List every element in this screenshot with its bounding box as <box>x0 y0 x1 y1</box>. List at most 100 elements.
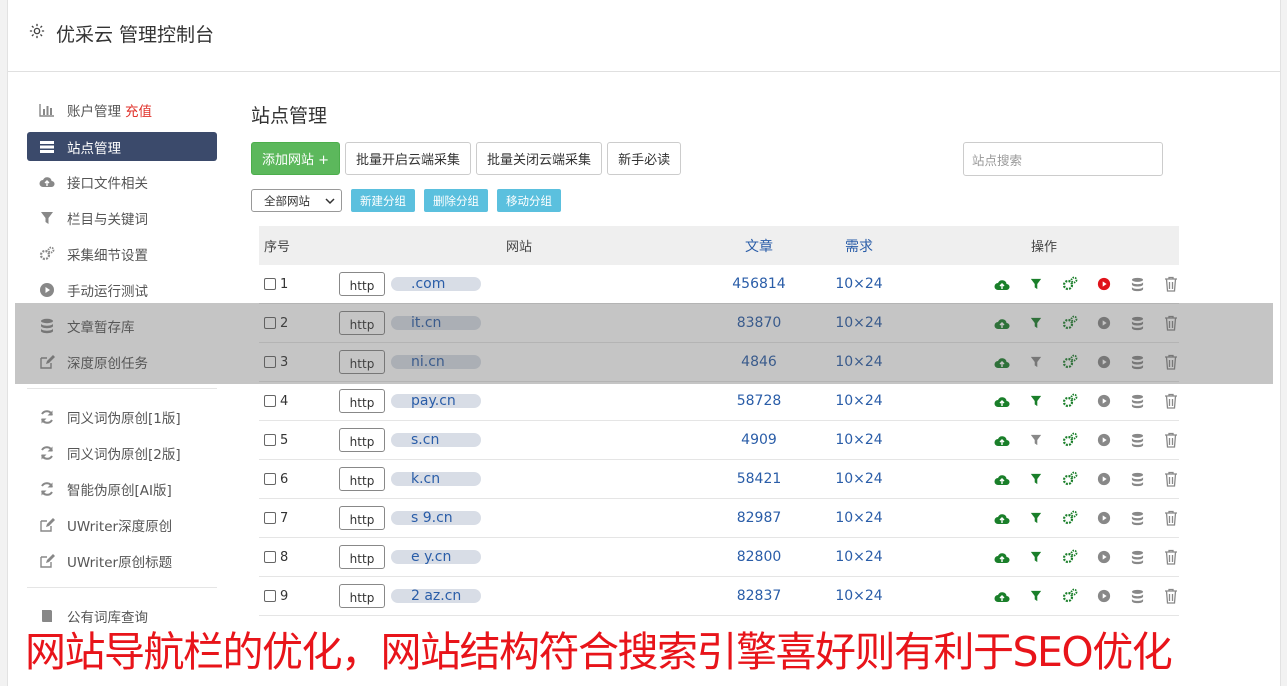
sidebar-item-a-3[interactable]: 栏目与关键词 <box>27 200 217 236</box>
row-checkbox[interactable] <box>264 473 276 485</box>
delete-group-button[interactable]: 删除分组 <box>424 189 488 212</box>
gears-icon[interactable] <box>1062 587 1078 605</box>
filter-icon[interactable] <box>1028 470 1044 488</box>
filter-icon[interactable] <box>1028 509 1044 527</box>
sidebar-item-b-3[interactable]: UWriter深度原创 <box>27 507 217 543</box>
trash-icon[interactable] <box>1163 431 1179 449</box>
sidebar-item-a-1[interactable]: 站点管理 <box>27 132 217 161</box>
trash-icon[interactable] <box>1163 548 1179 566</box>
play-circle-icon[interactable] <box>1096 548 1112 566</box>
filter-icon[interactable] <box>1028 314 1044 332</box>
site-link[interactable]: 2 az.cn <box>411 588 461 604</box>
site-link[interactable]: ni.cn <box>411 354 445 370</box>
play-circle-icon[interactable] <box>1096 353 1112 371</box>
site-link[interactable]: it.cn <box>411 315 441 331</box>
gears-icon[interactable] <box>1062 392 1078 410</box>
sidebar-item-a-0[interactable]: 账户管理 充值 <box>27 92 217 128</box>
article-count-link[interactable]: 58421 <box>709 471 809 487</box>
trash-icon[interactable] <box>1163 587 1179 605</box>
sidebar-item-b-4[interactable]: UWriter原创标题 <box>27 543 217 579</box>
trash-icon[interactable] <box>1163 314 1179 332</box>
play-circle-icon[interactable] <box>1096 275 1112 293</box>
site-link[interactable]: .com <box>411 276 445 292</box>
cloud-upload-icon[interactable] <box>994 548 1010 566</box>
play-circle-icon[interactable] <box>1096 470 1112 488</box>
gears-icon[interactable] <box>1062 314 1078 332</box>
article-count-link[interactable]: 82800 <box>709 549 809 565</box>
database-icon[interactable] <box>1130 314 1146 332</box>
site-search-input[interactable]: 站点搜索 <box>963 142 1163 176</box>
add-site-button[interactable]: 添加网站 + <box>251 142 341 175</box>
database-icon[interactable] <box>1130 353 1146 371</box>
gears-icon[interactable] <box>1062 275 1078 293</box>
database-icon[interactable] <box>1130 509 1146 527</box>
demand-link[interactable]: 10×24 <box>809 471 909 487</box>
demand-link[interactable]: 10×24 <box>809 276 909 292</box>
database-icon[interactable] <box>1130 431 1146 449</box>
batch-open-cloud-button[interactable]: 批量开启云端采集 <box>345 142 472 175</box>
article-count-link[interactable]: 82837 <box>709 588 809 604</box>
cloud-upload-icon[interactable] <box>994 431 1010 449</box>
sidebar-item-a-5[interactable]: 手动运行测试 <box>27 272 217 308</box>
row-checkbox[interactable] <box>264 278 276 290</box>
row-checkbox[interactable] <box>264 512 276 524</box>
row-checkbox[interactable] <box>264 434 276 446</box>
filter-icon[interactable] <box>1028 353 1044 371</box>
row-checkbox[interactable] <box>264 317 276 329</box>
filter-icon[interactable] <box>1028 392 1044 410</box>
sidebar-item-b-2[interactable]: 智能伪原创[AI版] <box>27 471 217 507</box>
demand-link[interactable]: 10×24 <box>809 510 909 526</box>
sidebar-item-a-6[interactable]: 文章暂存库 <box>27 308 217 344</box>
group-select[interactable]: 全部网站 <box>251 189 342 212</box>
article-count-link[interactable]: 58728 <box>709 393 809 409</box>
site-link[interactable]: pay.cn <box>411 393 456 409</box>
article-count-link[interactable]: 456814 <box>709 276 809 292</box>
demand-link[interactable]: 10×24 <box>809 549 909 565</box>
cloud-upload-icon[interactable] <box>994 275 1010 293</box>
demand-link[interactable]: 10×24 <box>809 354 909 370</box>
sidebar-item-b-1[interactable]: 同义词伪原创[2版] <box>27 435 217 471</box>
row-checkbox[interactable] <box>264 395 276 407</box>
cloud-upload-icon[interactable] <box>994 587 1010 605</box>
filter-icon[interactable] <box>1028 431 1044 449</box>
play-circle-icon[interactable] <box>1096 587 1112 605</box>
site-link[interactable]: k.cn <box>411 471 440 487</box>
site-link[interactable]: s.cn <box>411 432 439 448</box>
article-count-link[interactable]: 82987 <box>709 510 809 526</box>
play-circle-icon[interactable] <box>1096 509 1112 527</box>
demand-link[interactable]: 10×24 <box>809 315 909 331</box>
filter-icon[interactable] <box>1028 587 1044 605</box>
gears-icon[interactable] <box>1062 548 1078 566</box>
gears-icon[interactable] <box>1062 509 1078 527</box>
cloud-upload-icon[interactable] <box>994 509 1010 527</box>
filter-icon[interactable] <box>1028 275 1044 293</box>
cloud-upload-icon[interactable] <box>994 353 1010 371</box>
move-group-button[interactable]: 移动分组 <box>497 189 561 212</box>
play-circle-icon[interactable] <box>1096 314 1112 332</box>
article-count-link[interactable]: 4909 <box>709 432 809 448</box>
site-link[interactable]: e y.cn <box>411 549 451 565</box>
batch-close-cloud-button[interactable]: 批量关闭云端采集 <box>476 142 603 175</box>
sidebar-item-a-4[interactable]: 采集细节设置 <box>27 236 217 272</box>
demand-link[interactable]: 10×24 <box>809 588 909 604</box>
gears-icon[interactable] <box>1062 470 1078 488</box>
cloud-upload-icon[interactable] <box>994 392 1010 410</box>
sidebar-item-b-0[interactable]: 同义词伪原创[1版] <box>27 399 217 435</box>
play-circle-icon[interactable] <box>1096 431 1112 449</box>
database-icon[interactable] <box>1130 587 1146 605</box>
database-icon[interactable] <box>1130 548 1146 566</box>
row-checkbox[interactable] <box>264 590 276 602</box>
sidebar-item-a-2[interactable]: 接口文件相关 <box>27 164 217 200</box>
database-icon[interactable] <box>1130 470 1146 488</box>
article-count-link[interactable]: 83870 <box>709 315 809 331</box>
trash-icon[interactable] <box>1163 470 1179 488</box>
demand-link[interactable]: 10×24 <box>809 432 909 448</box>
site-link[interactable]: s 9.cn <box>411 510 453 526</box>
cloud-upload-icon[interactable] <box>994 470 1010 488</box>
new-group-button[interactable]: 新建分组 <box>351 189 415 212</box>
gears-icon[interactable] <box>1062 431 1078 449</box>
sidebar-item-a-7[interactable]: 深度原创任务 <box>27 344 217 380</box>
cloud-upload-icon[interactable] <box>994 314 1010 332</box>
filter-icon[interactable] <box>1028 548 1044 566</box>
trash-icon[interactable] <box>1163 353 1179 371</box>
